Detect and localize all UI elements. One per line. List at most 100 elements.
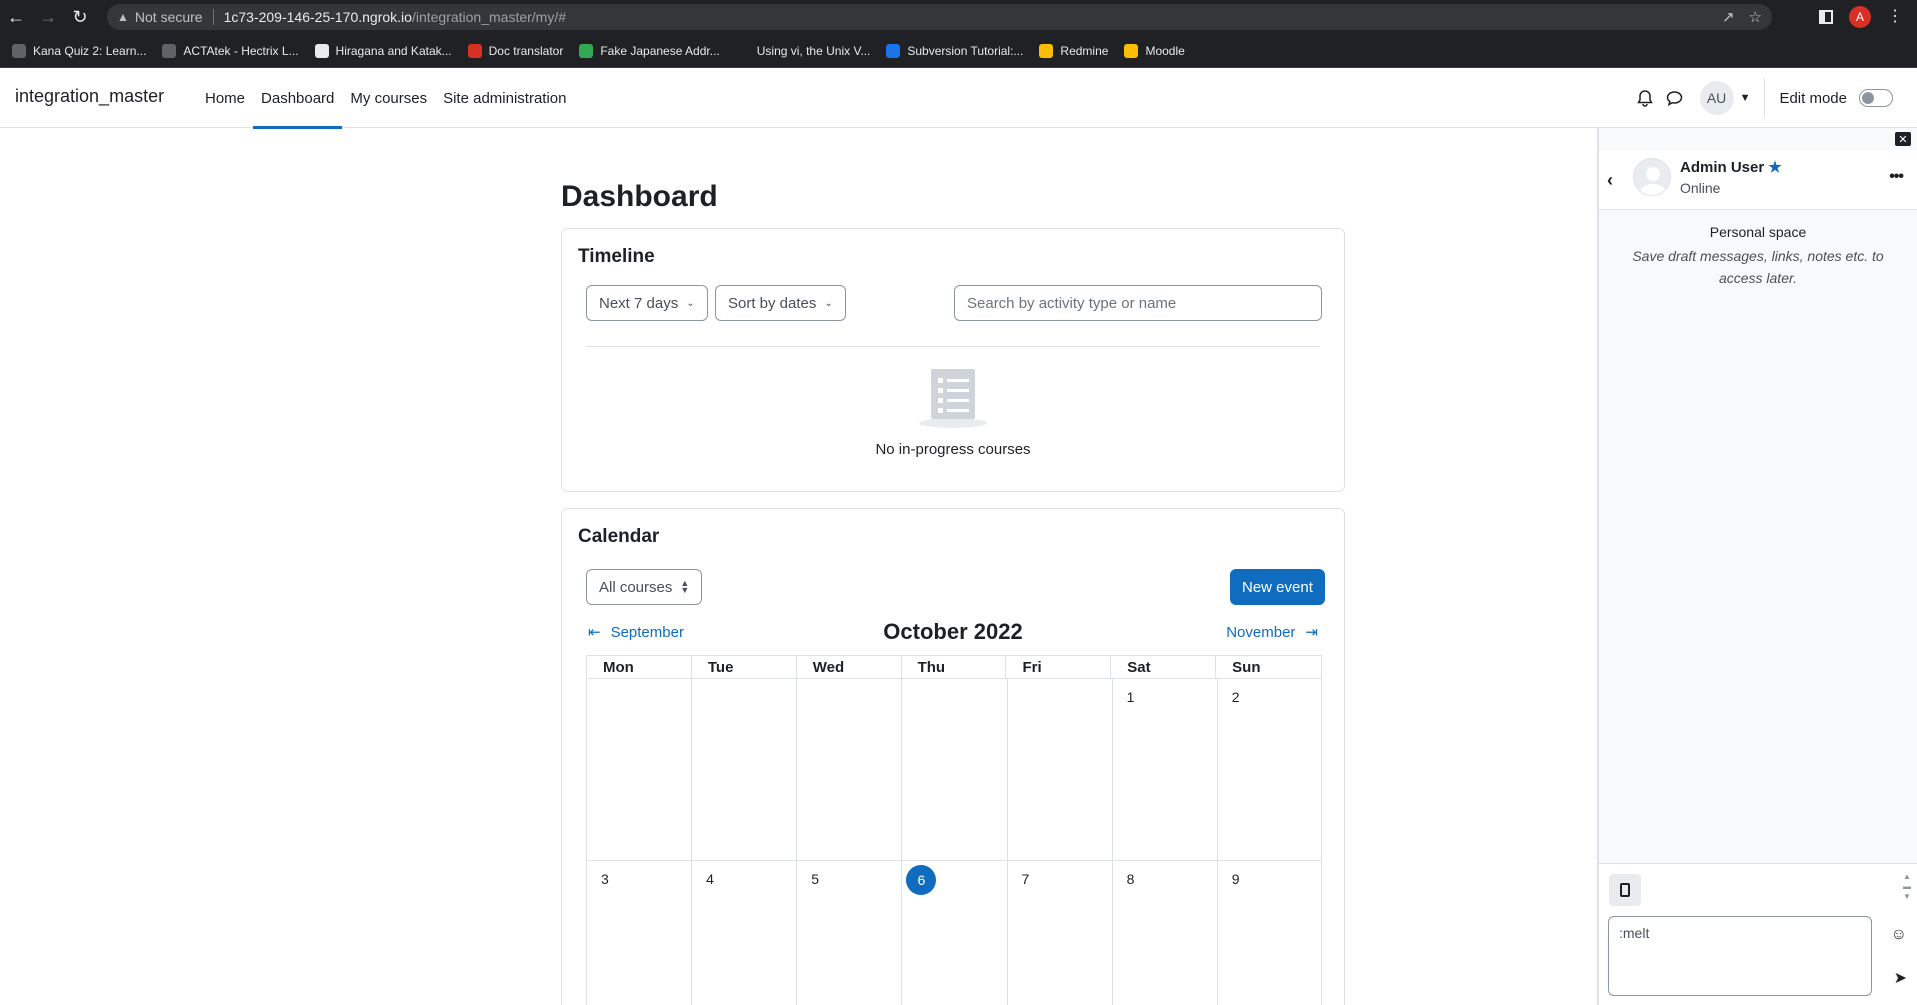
- calendar-day-cell[interactable]: 7: [1006, 861, 1112, 1005]
- bookmark-favicon-icon: [1124, 43, 1139, 58]
- message-input[interactable]: :melt: [1608, 916, 1872, 996]
- bookmark-label: Redmine: [1060, 43, 1109, 58]
- calendar-day-cell[interactable]: 9: [1216, 861, 1322, 1005]
- user-avatar[interactable]: AU: [1699, 81, 1734, 115]
- calendar-day-cell[interactable]: 5: [796, 861, 901, 1005]
- browser-menu-icon[interactable]: ⋮: [1887, 9, 1903, 25]
- bookmark-item[interactable]: Hiragana and Katak...: [314, 43, 452, 58]
- star-icon: ★: [1768, 159, 1782, 176]
- bookmark-label: Using vi, the Unix V...: [756, 43, 871, 58]
- bookmark-item[interactable]: Redmine: [1039, 43, 1109, 58]
- bookmark-label: Fake Japanese Addr...: [600, 43, 720, 58]
- bookmark-item[interactable]: Fake Japanese Addr...: [579, 43, 720, 58]
- timeline-title: Timeline: [578, 246, 655, 267]
- calendar-day-cell[interactable]: 8: [1111, 861, 1217, 1005]
- nav-dashboard[interactable]: Dashboard: [253, 68, 343, 129]
- calendar-grid: Mon Tue Wed Thu Fri Sat Sun 123456789: [586, 655, 1322, 1005]
- bookmark-item[interactable]: Moodle: [1124, 43, 1185, 58]
- reload-icon[interactable]: ↻: [64, 0, 96, 34]
- calendar-day-cell: [1006, 679, 1112, 860]
- bookmark-favicon-icon: [467, 43, 482, 58]
- timeline-empty-message: No in-progress courses: [875, 441, 1031, 458]
- bookmark-item[interactable]: ACTAtek - Hectrix L...: [162, 43, 299, 58]
- page-title: Dashboard: [561, 180, 718, 213]
- warning-icon: ▲: [117, 10, 129, 24]
- day-number: 2: [1231, 689, 1240, 705]
- course-filter-label: All courses: [599, 578, 673, 596]
- day-number: 3: [601, 871, 609, 887]
- chevron-down-icon[interactable]: ▼: [1740, 92, 1751, 104]
- edit-mode-label: Edit mode: [1779, 89, 1847, 107]
- bookmark-item[interactable]: Doc translator: [467, 43, 563, 58]
- bookmark-label: Moodle: [1145, 43, 1185, 58]
- mobile-icon[interactable]: [1609, 874, 1641, 906]
- site-navbar: integration_master Home Dashboard My cou…: [0, 68, 1917, 129]
- nav-my-courses[interactable]: My courses: [342, 68, 435, 128]
- day-filter-label: Next 7 days: [599, 294, 679, 312]
- emoji-icon[interactable]: ☺: [1891, 926, 1907, 944]
- site-name[interactable]: integration_master: [15, 86, 164, 107]
- arrow-right-icon: ⇥: [1305, 624, 1318, 641]
- day-number: 5: [811, 871, 820, 887]
- timeline-search-input[interactable]: Search by activity type or name: [954, 285, 1322, 321]
- weekday-header: Fri: [1006, 656, 1112, 678]
- url-host: 1c73-209-146-25-170.ngrok.io: [223, 9, 412, 25]
- day-number: 9: [1231, 871, 1240, 887]
- not-secure-label: Not secure: [134, 9, 203, 25]
- calendar-day-cell: [586, 679, 691, 860]
- weekday-header: Sun: [1232, 658, 1261, 676]
- back-arrow-icon[interactable]: ‹: [1607, 170, 1613, 191]
- next-month-link[interactable]: November ⇥: [1226, 623, 1318, 642]
- bookmark-item[interactable]: Subversion Tutorial:...: [886, 43, 1024, 58]
- conversation-user: Admin User ★: [1680, 158, 1782, 177]
- close-icon[interactable]: ✕: [1895, 132, 1911, 146]
- empty-list-icon: [919, 369, 987, 428]
- conversation-user-status: Online: [1680, 180, 1721, 196]
- weekday-header: Sat: [1111, 656, 1217, 678]
- url-path: /integration_master/my/#: [411, 9, 567, 25]
- browser-toolbar: ← → ↻ ▲ Not secure 1c73-209-146-25-170.n…: [0, 0, 1917, 34]
- calendar-day-cell[interactable]: 6: [901, 861, 1006, 1005]
- sort-label: Sort by dates: [728, 294, 817, 312]
- weekday-header: Wed: [797, 656, 902, 678]
- back-icon[interactable]: ←: [0, 0, 32, 34]
- share-icon[interactable]: ↗: [1722, 8, 1735, 26]
- timeline-sort-select[interactable]: Sort by dates ⌄: [715, 285, 846, 321]
- address-bar[interactable]: ▲ Not secure 1c73-209-146-25-170.ngrok.i…: [107, 4, 1772, 30]
- scroll-arrows-icon[interactable]: ▲ ▬ ▼: [1901, 872, 1913, 902]
- nav-site-administration[interactable]: Site administration: [435, 68, 574, 128]
- new-event-button[interactable]: New event: [1230, 569, 1325, 605]
- messages-icon[interactable]: [1660, 83, 1690, 113]
- notification-bell-icon[interactable]: [1630, 83, 1660, 113]
- calendar-day-cell: [691, 679, 796, 860]
- bookmark-star-icon[interactable]: ☆: [1749, 8, 1762, 26]
- send-icon[interactable]: ➤: [1894, 968, 1907, 988]
- profile-avatar[interactable]: A: [1849, 6, 1871, 28]
- more-options-icon[interactable]: •••: [1889, 168, 1904, 186]
- edit-mode-toggle[interactable]: [1859, 89, 1893, 107]
- side-panel-icon[interactable]: [1819, 10, 1833, 24]
- nav-home[interactable]: Home: [197, 68, 253, 128]
- conversation-header: ‹ Admin User ★ Online •••: [1599, 150, 1917, 210]
- calendar-week-row: 12: [586, 679, 1322, 861]
- bookmark-favicon-icon: [12, 43, 26, 58]
- chevron-down-icon: ⌄: [686, 297, 695, 309]
- calendar-block: Calendar All courses ▲ ▼ New event ⇤ Sept…: [561, 508, 1345, 1005]
- calendar-day-cell[interactable]: 1: [1111, 679, 1217, 860]
- calendar-day-cell[interactable]: 3: [586, 861, 691, 1005]
- timeline-day-filter[interactable]: Next 7 days ⌄: [586, 285, 708, 321]
- messaging-drawer: ✕ ‹ Admin User ★ Online ••• Personal spa…: [1597, 128, 1917, 1005]
- bookmark-item[interactable]: Using vi, the Unix V...: [735, 43, 871, 58]
- calendar-course-filter[interactable]: All courses ▲ ▼: [586, 569, 703, 605]
- calendar-day-cell[interactable]: 2: [1216, 679, 1322, 860]
- navbar-actions: AU ▼ Edit mode: [1630, 68, 1917, 128]
- calendar-day-cell[interactable]: 4: [691, 861, 796, 1005]
- next-month-label: November: [1226, 623, 1296, 641]
- day-number: 4: [706, 871, 714, 887]
- day-number: 1: [1126, 689, 1135, 705]
- timeline-divider: [586, 346, 1320, 347]
- forward-icon[interactable]: →: [32, 0, 64, 34]
- weekday-header: Thu: [902, 656, 1007, 678]
- bookmark-item[interactable]: Kana Quiz 2: Learn...: [12, 43, 146, 58]
- bookmark-label: Subversion Tutorial:...: [907, 43, 1024, 58]
